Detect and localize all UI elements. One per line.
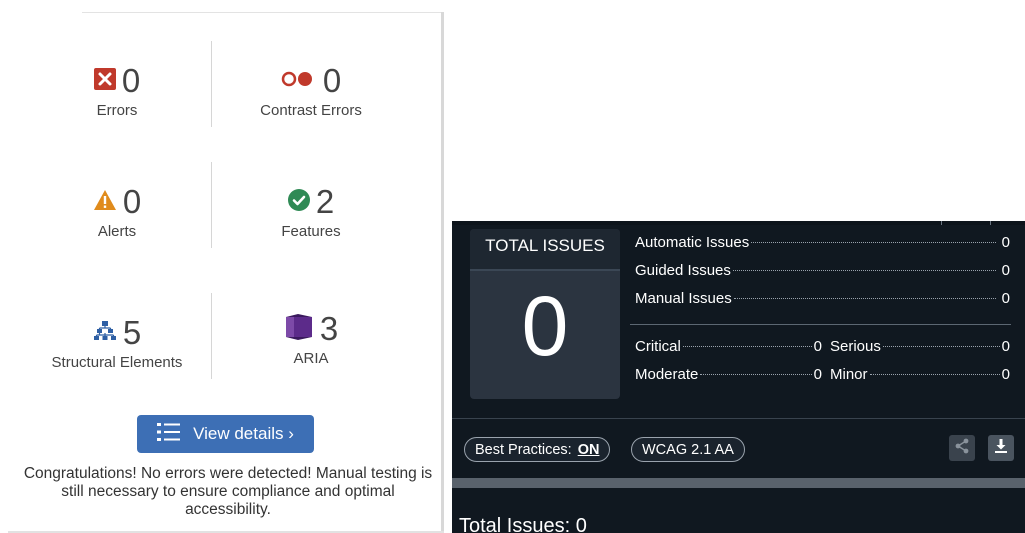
structure-hierarchy-icon (93, 320, 117, 347)
guided-issues-count: 0 (1001, 262, 1010, 279)
share-button[interactable] (949, 435, 975, 461)
download-icon (993, 438, 1009, 459)
severity-moderate[interactable]: Moderate 0 (635, 366, 822, 383)
automatic-issues-label: Automatic Issues (635, 234, 750, 251)
wcag-label: WCAG 2.1 AA (642, 441, 734, 458)
features-stat[interactable]: 2 Features (211, 182, 411, 240)
toolbar-strip (452, 221, 1025, 225)
section-divider (452, 418, 1025, 419)
dot-leader (869, 374, 1000, 375)
total-issues-heading: Total Issues: 0 (459, 515, 587, 533)
errors-label: Errors (96, 102, 138, 119)
structural-count: 5 (122, 314, 142, 351)
minor-label: Minor (830, 366, 868, 383)
alerts-count: 0 (122, 183, 142, 220)
minor-count: 0 (1001, 366, 1010, 383)
manual-issues-label: Manual Issues (635, 290, 732, 307)
moderate-label: Moderate (635, 366, 699, 383)
serious-label: Serious (830, 338, 881, 355)
manual-issues-count: 0 (1001, 290, 1010, 307)
aria-cube-icon (284, 313, 314, 345)
dot-leader (732, 270, 996, 271)
errors-stat[interactable]: 0 Errors (17, 61, 217, 119)
download-button[interactable] (988, 435, 1014, 461)
best-practices-label: Best Practices: (475, 441, 572, 458)
panel-scroll-edge (441, 12, 444, 533)
alerts-stat[interactable]: 0 Alerts (17, 182, 217, 240)
automatic-issues-count: 0 (1001, 234, 1010, 251)
dot-leader (751, 242, 996, 243)
contrast-errors-count: 0 (322, 62, 342, 99)
contrast-errors-stat[interactable]: 0 Contrast Errors (211, 61, 411, 119)
alert-icon (93, 189, 117, 216)
checkmark-icon (287, 188, 310, 216)
structural-stat[interactable]: 5 Structural Elements (17, 313, 217, 371)
list-item[interactable]: Manual Issues 0 (635, 290, 1010, 318)
issues-report-panel: TOTAL ISSUES 0 Automatic Issues 0 Guided… (452, 221, 1025, 533)
best-practices-toggle[interactable]: Best Practices: ON (464, 437, 611, 462)
dot-leader (682, 346, 812, 347)
structural-label: Structural Elements (51, 354, 183, 371)
congratulations-message: Congratulations! No errors were detected… (23, 465, 433, 518)
wcag-level-badge[interactable]: WCAG 2.1 AA (631, 437, 745, 462)
list-item[interactable]: Guided Issues 0 (635, 262, 1010, 290)
list-item[interactable]: Automatic Issues 0 (635, 234, 1010, 262)
features-count: 2 (315, 183, 335, 220)
toolbar-separator (941, 221, 942, 225)
dot-leader (882, 346, 1000, 347)
view-details-button[interactable]: View details › (137, 415, 314, 453)
alerts-label: Alerts (97, 223, 137, 240)
aria-label: ARIA (293, 350, 329, 367)
severity-minor[interactable]: Minor 0 (822, 366, 1010, 383)
contrast-icon (281, 71, 317, 92)
contrast-errors-label: Contrast Errors (260, 102, 362, 119)
aria-count: 3 (319, 310, 339, 347)
list-icon (157, 422, 181, 447)
summary-panel: 0 Errors 0 Contrast Errors 0 Alerts 2 Fe… (8, 12, 444, 533)
panel-top-border (82, 12, 444, 13)
dot-leader (700, 374, 812, 375)
issue-type-list: Automatic Issues 0 Guided Issues 0 Manua… (635, 234, 1010, 318)
features-label: Features (281, 223, 341, 240)
severity-serious[interactable]: Serious 0 (822, 338, 1010, 355)
aria-stat[interactable]: 3 ARIA (211, 309, 411, 367)
critical-label: Critical (635, 338, 681, 355)
guided-issues-label: Guided Issues (635, 262, 731, 279)
critical-count: 0 (813, 338, 822, 355)
toolbar-separator (990, 221, 991, 225)
serious-count: 0 (1001, 338, 1010, 355)
section-band (452, 478, 1025, 488)
view-details-label: View details › (193, 424, 294, 443)
dot-leader (733, 298, 996, 299)
moderate-count: 0 (813, 366, 822, 383)
share-icon (954, 438, 970, 459)
best-practices-state: ON (577, 441, 600, 458)
total-issues-count: 0 (521, 279, 569, 373)
section-divider (630, 324, 1011, 325)
error-icon (93, 67, 116, 95)
severity-critical[interactable]: Critical 0 (635, 338, 822, 355)
severity-grid: Critical 0 Serious 0 Moderate 0 Minor 0 (635, 338, 1010, 394)
total-issues-box: TOTAL ISSUES 0 (470, 229, 620, 399)
errors-count: 0 (121, 62, 141, 99)
total-issues-title: TOTAL ISSUES (470, 229, 620, 271)
